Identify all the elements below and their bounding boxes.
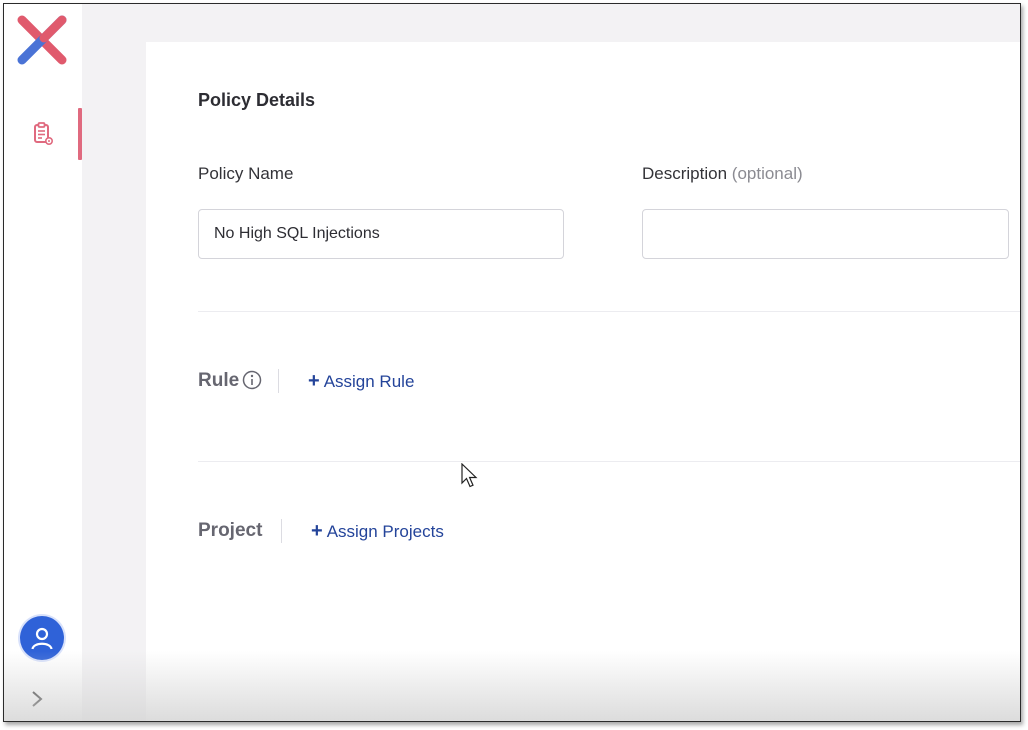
info-icon[interactable] [242,370,262,390]
plus-icon: + [311,520,323,542]
divider [198,311,1020,312]
assign-rule-button[interactable]: + Assign Rule [298,364,424,399]
x-logo-icon[interactable] [14,12,70,68]
user-avatar[interactable] [20,616,64,660]
project-separator [281,519,282,543]
project-label: Project [198,520,263,541]
sidebar [4,4,82,721]
optional-hint: (optional) [731,164,803,183]
policy-name-label: Policy Name [198,164,293,184]
chevron-right-icon [32,691,43,707]
policy-form: Policy Details Policy Name Description (… [146,42,1020,721]
description-label-text: Description [642,164,728,183]
plus-icon: + [308,370,320,392]
rule-label: Rule [198,370,240,391]
rule-separator [278,369,279,393]
assign-projects-label: Assign Projects [326,522,444,541]
mouse-cursor-icon [461,463,478,488]
expand-sidebar-button[interactable] [24,686,50,712]
sidebar-item-policies[interactable] [4,108,82,160]
description-label: Description (optional) [642,164,803,184]
user-icon [31,627,53,650]
policy-name-input[interactable] [198,209,564,259]
assign-projects-button[interactable]: + Assign Projects [301,514,454,549]
policy-name-label-text: Policy Name [198,164,294,183]
active-indicator [78,108,82,160]
description-input[interactable] [642,209,1009,259]
app-window: Policy Details Policy Name Description (… [3,3,1021,722]
clipboard-settings-icon [34,122,54,146]
page-title: Policy Details [198,90,316,110]
assign-rule-label: Assign Rule [323,372,415,391]
divider [198,461,1020,462]
